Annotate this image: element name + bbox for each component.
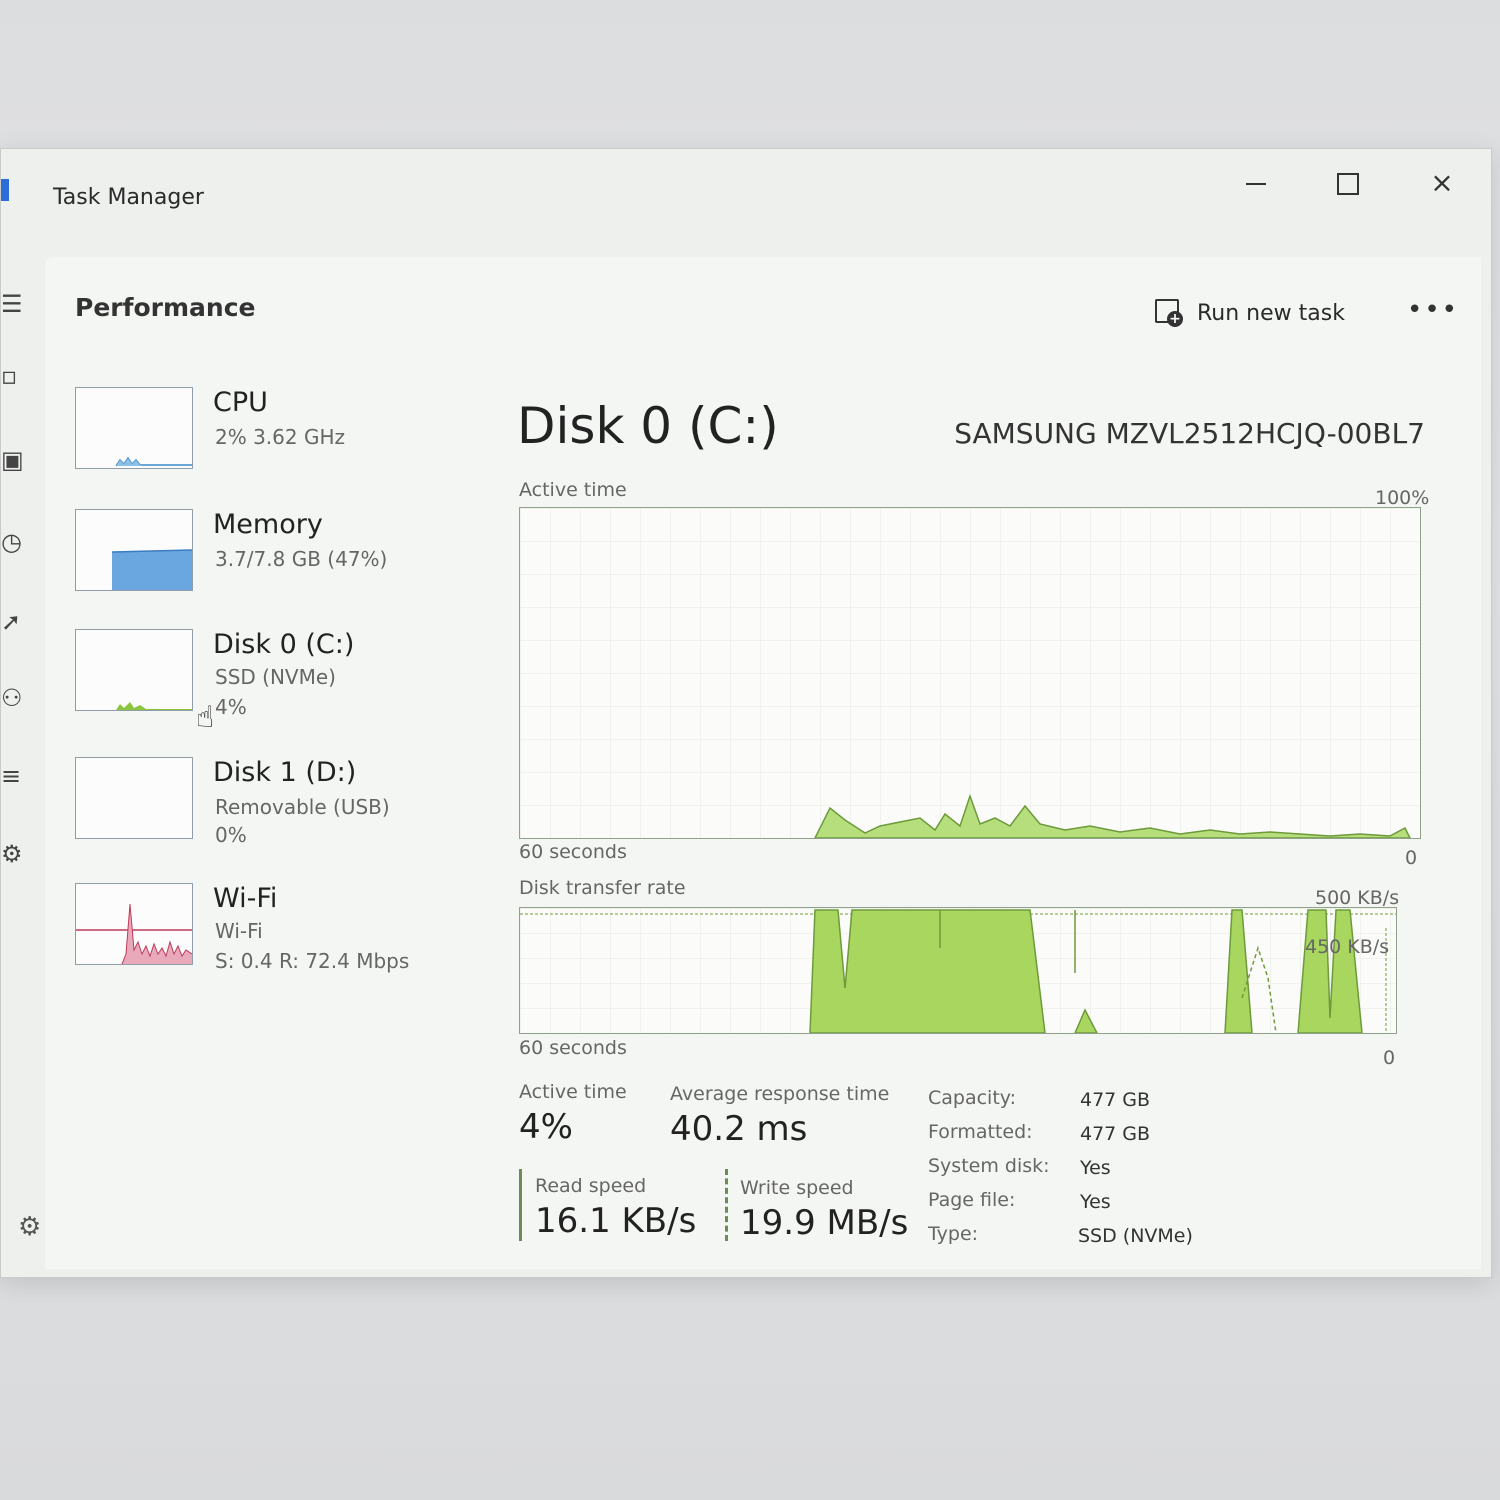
close-button[interactable]: × (1412, 163, 1472, 203)
resource-usage: S: 0.4 R: 72.4 Mbps (215, 949, 410, 973)
disk-1-thumbnail (75, 757, 193, 839)
title-bar: Task Manager × (1, 149, 1491, 249)
resource-memory[interactable]: Memory 3.7/7.8 GB (47%) (75, 509, 495, 609)
resource-usage: 0% (215, 823, 247, 847)
resource-name: Disk 1 (D:) (213, 757, 357, 788)
transfer-rate-chart-max: 500 KB/s (1315, 887, 1400, 909)
disk-model: SAMSUNG MZVL2512HCJQ-00BL7 (954, 417, 1425, 450)
disk-0-thumbnail (75, 629, 193, 711)
wifi-thumbnail (75, 883, 193, 965)
active-time-x-left: 60 seconds (519, 841, 627, 863)
active-time-chart-max: 100% (1375, 487, 1430, 509)
maximize-button[interactable] (1318, 163, 1378, 203)
performance-icon[interactable]: ▫ (1, 361, 31, 391)
run-new-task-button[interactable]: + Run new task (1155, 293, 1345, 333)
avg-response-label: Average response time (670, 1083, 890, 1105)
details-icon[interactable]: ⚇ (1, 683, 31, 713)
resource-name: Memory (213, 509, 323, 540)
resource-disk-0[interactable]: Disk 0 (C:) SSD (NVMe) 4% (75, 629, 495, 729)
app-history-icon[interactable]: ▣ (1, 445, 31, 475)
property-key: Capacity: (928, 1087, 1017, 1109)
property-key: Type: (928, 1223, 979, 1245)
write-speed-value: 19.9 MB/s (740, 1203, 909, 1243)
minimize-icon (1246, 183, 1266, 185)
disk-title: Disk 0 (C:) (517, 397, 779, 455)
property-value: 477 GB (1080, 1123, 1151, 1145)
performance-page: Performance + Run new task ••• CPU 2% 3.… (45, 257, 1481, 1269)
active-time-chart (519, 507, 1421, 839)
resource-disk-1[interactable]: Disk 1 (D:) Removable (USB) 0% (75, 757, 495, 857)
property-key: Page file: (928, 1189, 1016, 1211)
app-icon (1, 179, 9, 201)
minimize-button[interactable] (1226, 163, 1286, 203)
maximize-icon (1337, 173, 1359, 195)
active-time-label: Active time (519, 1081, 627, 1103)
resource-cpu[interactable]: CPU 2% 3.62 GHz (75, 387, 495, 487)
avg-response-value: 40.2 ms (670, 1109, 808, 1149)
users-icon[interactable]: ➚ (1, 607, 31, 637)
read-speed-value: 16.1 KB/s (535, 1201, 697, 1241)
resource-name: CPU (213, 387, 268, 418)
write-speed-indicator (725, 1169, 728, 1241)
resource-detail: SSD (NVMe) (215, 665, 336, 689)
active-time-value: 4% (519, 1107, 573, 1147)
property-key: Formatted: (928, 1121, 1033, 1143)
cpu-thumbnail (75, 387, 193, 469)
run-new-task-label: Run new task (1197, 300, 1345, 326)
settings-icon[interactable]: ⚙ (18, 1212, 41, 1242)
resource-detail: 2% 3.62 GHz (215, 425, 346, 449)
resource-detail: 3.7/7.8 GB (47%) (215, 547, 388, 571)
task-manager-window: Task Manager × ☰ ▫ ▣ ◷ ➚ ⚇ ≡ ⚙ Performan… (0, 148, 1492, 1278)
page-title: Performance (75, 293, 256, 322)
write-speed-label: Write speed (740, 1177, 854, 1199)
transfer-rate-x-left: 60 seconds (519, 1037, 627, 1059)
close-icon: × (1430, 166, 1454, 199)
transfer-rate-chart-label: Disk transfer rate (519, 877, 686, 899)
services-icon[interactable]: ≡ (1, 761, 31, 791)
resource-name: Wi-Fi (213, 883, 278, 914)
startup-apps-icon[interactable]: ◷ (1, 527, 31, 557)
resource-detail: Wi-Fi (215, 919, 263, 943)
more-icon[interactable]: ••• (1407, 295, 1459, 325)
property-key: System disk: (928, 1155, 1050, 1177)
hand-cursor-icon: ☝ (196, 700, 215, 735)
transfer-rate-chart: 450 KB/s (519, 907, 1397, 1034)
window-title: Task Manager (53, 185, 204, 210)
property-value: SSD (NVMe) (1078, 1225, 1193, 1247)
active-time-x-right: 0 (1405, 847, 1418, 869)
transfer-ref-line-label: 450 KB/s (1305, 936, 1390, 958)
property-value: Yes (1080, 1157, 1111, 1179)
property-value: 477 GB (1080, 1089, 1151, 1111)
run-new-task-icon: + (1155, 299, 1183, 327)
active-time-chart-label: Active time (519, 479, 627, 501)
services-gear-icon[interactable]: ⚙ (1, 839, 31, 869)
resource-wifi[interactable]: Wi-Fi Wi-Fi S: 0.4 R: 72.4 Mbps (75, 883, 495, 983)
read-speed-label: Read speed (535, 1175, 647, 1197)
property-value: Yes (1080, 1191, 1111, 1213)
processes-icon[interactable]: ☰ (1, 289, 31, 319)
resource-name: Disk 0 (C:) (213, 629, 355, 660)
resource-detail: Removable (USB) (215, 795, 390, 819)
resource-usage: 4% (215, 695, 247, 719)
nav-rail: ☰ ▫ ▣ ◷ ➚ ⚇ ≡ ⚙ (1, 249, 45, 1269)
memory-thumbnail (75, 509, 193, 591)
read-speed-indicator (519, 1169, 522, 1241)
transfer-rate-x-right: 0 (1383, 1047, 1396, 1069)
